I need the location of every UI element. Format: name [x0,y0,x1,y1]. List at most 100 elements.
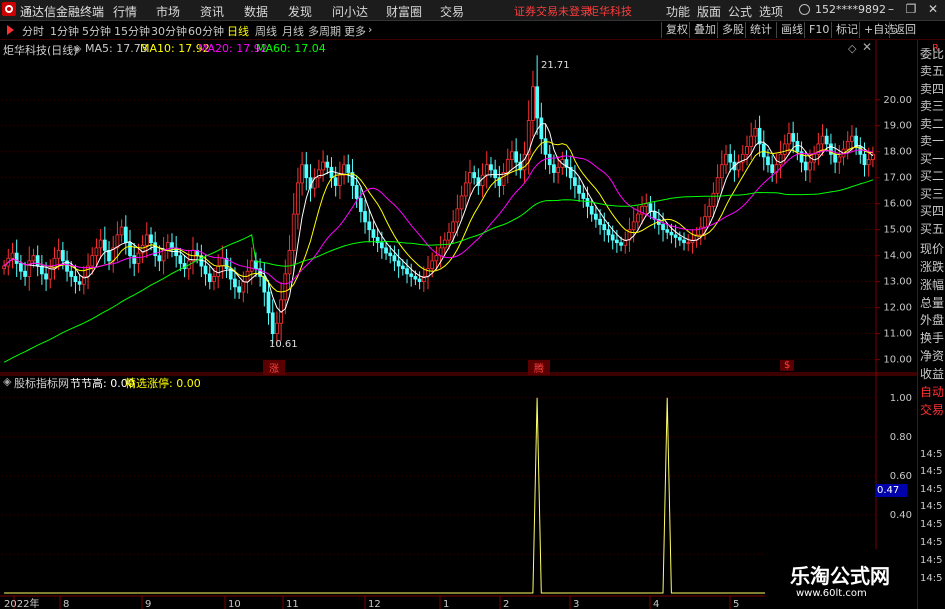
tool-diejia[interactable]: 叠加 [689,22,720,38]
right-panel-item[interactable]: 交易 [920,404,945,417]
candle-body [48,268,53,280]
candle-body [489,164,493,171]
account-id[interactable]: 152****9892 [815,3,886,16]
candle-body [682,239,686,244]
candle-body [808,161,812,171]
candle-body [346,164,351,173]
candle-body [304,164,309,179]
candle-body [220,257,225,267]
tool-fuquan[interactable]: 复权 [661,22,692,38]
chevron-right-icon[interactable]: › [368,23,372,36]
price-tick-label: 12.00 [883,303,912,314]
price-tick-label: 20.00 [883,95,912,106]
period-monthly[interactable]: 月线 [282,23,304,39]
tool-huaxian[interactable]: 画线 [776,22,807,38]
tool-f10[interactable]: F10 [804,22,833,38]
menu-wenxiaoda[interactable]: 问小达 [332,3,368,20]
menu-xuanxiang[interactable]: 选项 [759,3,783,20]
close-icon[interactable]: ✕ [925,2,941,16]
candle-body [589,205,594,215]
play-arrow-icon[interactable] [7,25,14,35]
app-logo-icon [2,2,16,16]
candle-body [854,135,858,147]
date-tick-label: 12 [368,599,381,609]
user-avatar-icon[interactable] [799,4,810,15]
candle-body [392,255,397,262]
candle-body [552,164,556,173]
menu-caifuquan[interactable]: 财富圈 [386,3,422,20]
period-daily[interactable]: 日线 [227,23,249,39]
candle-body [287,250,292,275]
watermark-title: 乐淘公式网 [790,564,890,588]
period-60min[interactable]: 60分钟 [188,23,224,39]
period-15min[interactable]: 15分钟 [114,23,150,39]
candle-body [69,270,74,277]
right-panel-item: 卖四 [920,83,945,96]
period-1min[interactable]: 1分钟 [50,23,79,39]
candle-body [724,153,728,166]
candle-body [510,151,514,160]
candle-body [337,174,342,186]
candle-body [615,239,619,244]
menu-jiaoyi[interactable]: 交易 [440,3,464,20]
period-weekly[interactable]: 周线 [255,23,277,39]
candle-body [161,250,166,262]
menu-shuju[interactable]: 数据 [244,3,268,20]
candle-body [170,242,174,249]
restore-icon[interactable]: ❐ [903,2,919,16]
candle-body [325,161,330,168]
candle-body [795,140,800,153]
menu-hangqing[interactable]: 行情 [113,3,137,20]
candle-body [400,265,405,270]
kline-chart[interactable]: 20.00 19.00 18.00 17.00 16.00 15.00 14.00 13.00… [0,40,917,609]
right-panel-item[interactable]: 自动 [920,386,945,399]
minimize-icon[interactable]: – [883,2,899,16]
event-marker-zhang[interactable]: 涨 [263,360,285,375]
candle-body [136,252,141,264]
menu-faxian[interactable]: 发现 [288,3,312,20]
candle-body [468,172,472,184]
watermark-url: www.60lt.com [796,588,867,599]
tool-back[interactable]: 返回 [889,22,920,38]
menu-gongshi[interactable]: 公式 [728,3,752,20]
candle-body [594,213,598,220]
menu-banmian[interactable]: 版面 [697,3,721,20]
candle-body [275,322,279,335]
candle-body [333,177,338,186]
tool-biaoji[interactable]: 标记 [831,22,862,38]
candle-body [90,255,95,267]
candle-body [577,185,581,194]
period-more[interactable]: 更多 [344,23,366,39]
candle-body [648,203,653,212]
indicator-tick-label: 0.80 [890,432,912,443]
event-marker-dollar[interactable]: $ [780,360,795,371]
menu-shichang[interactable]: 市场 [156,3,180,20]
candle-body [850,135,854,142]
period-multi[interactable]: 多周期 [308,23,341,39]
date-tick-label: 3 [573,599,579,609]
candle-body [358,198,363,212]
menu-gongneng[interactable]: 功能 [666,3,690,20]
period-5min[interactable]: 5分钟 [82,23,111,39]
candle-body [384,247,388,254]
candle-body [644,203,649,207]
candle-body [56,250,61,259]
candle-body [451,221,456,233]
candle-body [413,276,418,280]
right-panel-item: 14:5 [920,519,943,530]
candle-body [371,229,376,238]
period-30min[interactable]: 30分钟 [151,23,187,39]
tool-duogu[interactable]: 多股 [717,22,748,38]
candle-body [669,231,674,236]
candle-body [782,143,787,155]
event-marker-teng[interactable]: 腾 [528,360,550,375]
candle-body [837,156,842,163]
trade-login-warning[interactable]: 证券交易未登录 [514,3,591,19]
menu-zixun[interactable]: 资讯 [200,3,224,20]
candle-body [787,133,791,145]
period-fenshi[interactable]: 分时 [22,23,44,39]
candle-body [405,268,409,275]
candle-body [472,172,477,179]
right-panel-item: 收益 [920,368,945,381]
tool-tongji[interactable]: 统计 [745,22,776,38]
